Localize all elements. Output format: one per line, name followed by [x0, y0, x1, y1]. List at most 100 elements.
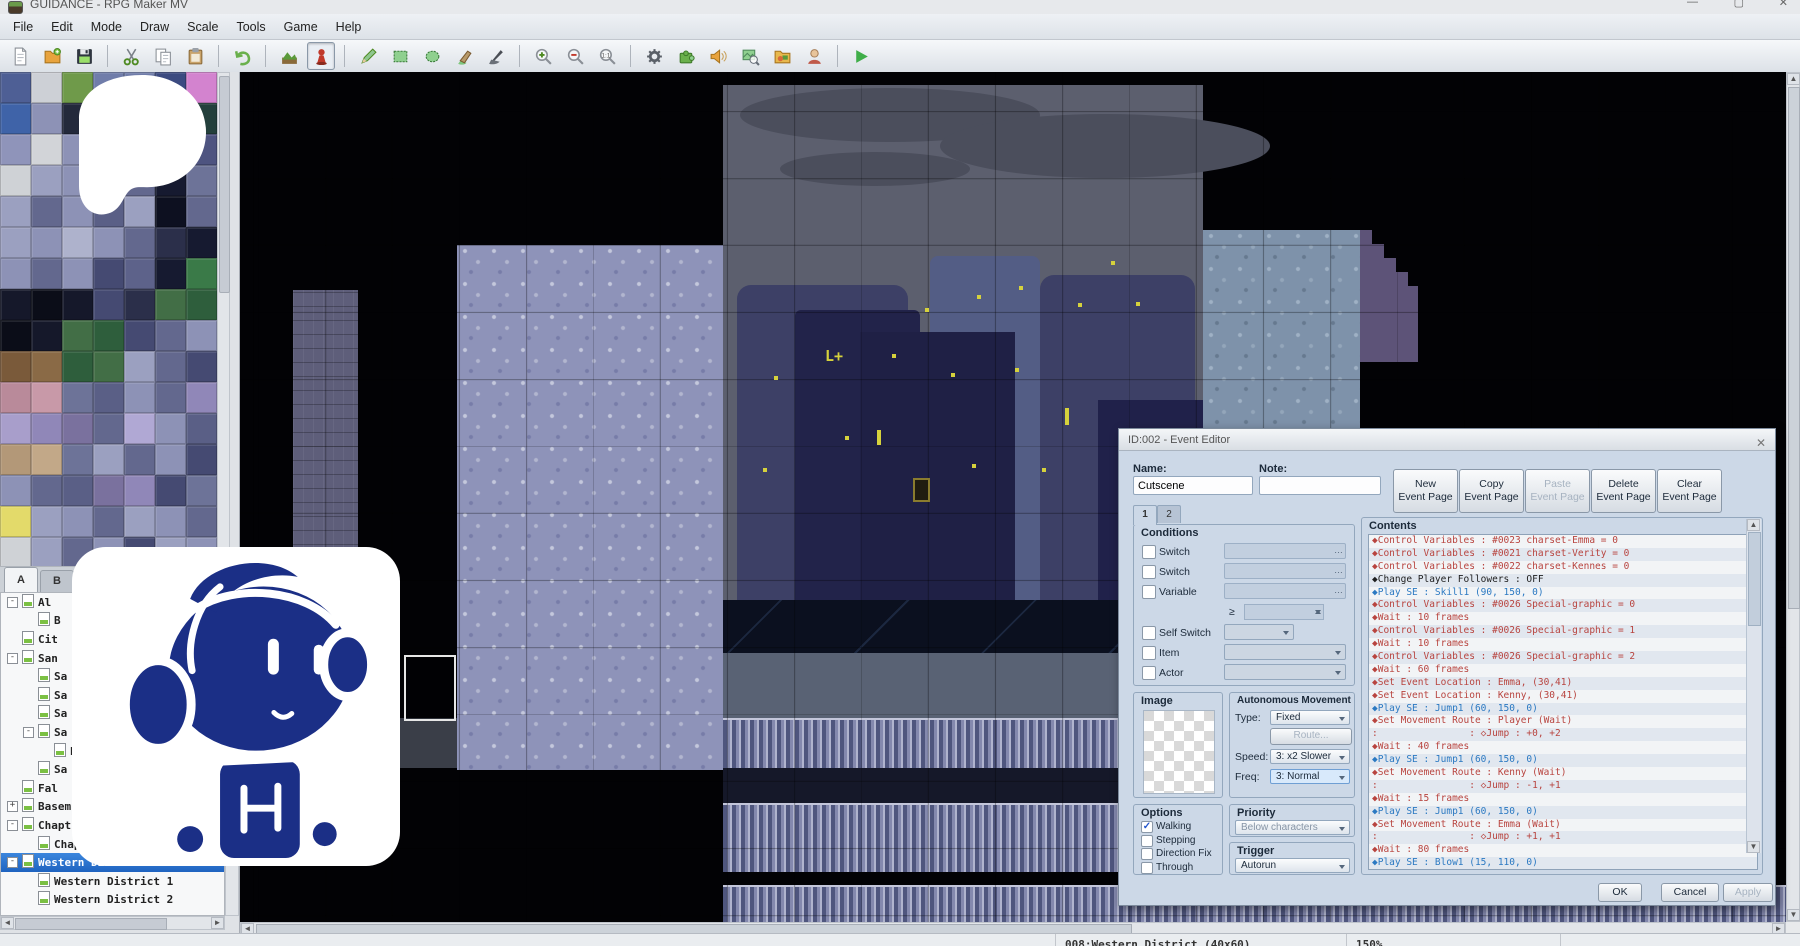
switch1-field[interactable]: …: [1224, 543, 1346, 559]
palette-tile[interactable]: [0, 258, 31, 289]
walking-checkbox[interactable]: ✓: [1141, 821, 1153, 833]
palette-tile[interactable]: [31, 537, 62, 568]
ok-button[interactable]: OK: [1598, 883, 1642, 902]
palette-tile[interactable]: [186, 382, 217, 413]
event-command-row[interactable]: ◆Change Player Followers : OFF: [1369, 574, 1757, 587]
map-mode-icon[interactable]: [275, 42, 303, 70]
palette-tile[interactable]: [62, 382, 93, 413]
palette-tile[interactable]: [186, 413, 217, 444]
palette-tile[interactable]: [0, 196, 31, 227]
palette-tile[interactable]: [124, 351, 155, 382]
palette-tile[interactable]: [31, 227, 62, 258]
self-switch-checkbox[interactable]: [1142, 626, 1156, 640]
palette-tile[interactable]: [124, 413, 155, 444]
palette-tile[interactable]: [155, 413, 186, 444]
scroll-down-icon[interactable]: ▼: [1787, 909, 1800, 921]
palette-tile[interactable]: [124, 475, 155, 506]
palette-tile[interactable]: [93, 444, 124, 475]
trigger-dropdown[interactable]: Autorun: [1235, 858, 1350, 873]
speed-dropdown[interactable]: 3: x2 Slower: [1270, 749, 1350, 764]
palette-tile[interactable]: [186, 351, 217, 382]
dialog-titlebar[interactable]: ID:002 - Event Editor ✕: [1119, 429, 1775, 451]
palette-tile[interactable]: [186, 227, 217, 258]
palette-tile[interactable]: [31, 382, 62, 413]
palette-tile[interactable]: [31, 444, 62, 475]
event-command-row[interactable]: ◆Play SE : Jump1 (60, 150, 0): [1369, 754, 1757, 767]
scroll-up-icon[interactable]: ▲: [1747, 519, 1760, 531]
freq-dropdown[interactable]: 3: Normal: [1270, 769, 1350, 784]
palette-tile[interactable]: [155, 258, 186, 289]
copy-event-page-button[interactable]: CopyEvent Page: [1459, 469, 1524, 513]
menu-edit[interactable]: Edit: [42, 16, 82, 38]
cut-icon[interactable]: [117, 42, 145, 70]
event-image-picker[interactable]: [1143, 710, 1215, 794]
palette-tile[interactable]: [62, 289, 93, 320]
switch1-checkbox[interactable]: [1142, 545, 1156, 559]
event-command-row[interactable]: ◆Wait : 60 frames: [1369, 664, 1757, 677]
palette-tile[interactable]: [62, 413, 93, 444]
scroll-down-icon[interactable]: ▼: [1747, 841, 1760, 853]
stepping-checkbox[interactable]: [1141, 835, 1153, 847]
palette-tile[interactable]: [93, 382, 124, 413]
event-command-row[interactable]: ◆Control Variables : #0021 charset-Verit…: [1369, 548, 1757, 561]
collapse-icon[interactable]: -: [7, 653, 18, 664]
item-checkbox[interactable]: [1142, 646, 1156, 660]
delete-event-page-button[interactable]: DeleteEvent Page: [1591, 469, 1656, 513]
event-command-row[interactable]: ◆Control Variables : #0026 Special-graph…: [1369, 651, 1757, 664]
movement-type-dropdown[interactable]: Fixed: [1270, 710, 1350, 725]
playtest-icon[interactable]: [847, 42, 875, 70]
shadow-pen-tool-icon[interactable]: [482, 42, 510, 70]
palette-tile[interactable]: [155, 227, 186, 258]
note-input[interactable]: [1259, 476, 1381, 495]
zoom-out-icon[interactable]: [561, 42, 589, 70]
palette-tile[interactable]: [93, 258, 124, 289]
palette-tile[interactable]: [31, 351, 62, 382]
palette-tile[interactable]: [31, 196, 62, 227]
event-command-row[interactable]: ◆Play SE : Blow1 (15, 110, 0): [1369, 857, 1757, 870]
event-mode-icon[interactable]: [307, 42, 335, 70]
menu-draw[interactable]: Draw: [131, 16, 178, 38]
switch1-more-button[interactable]: …: [1334, 546, 1343, 554]
zoom-in-icon[interactable]: [529, 42, 557, 70]
pencil-tool-icon[interactable]: [354, 42, 382, 70]
palette-tile[interactable]: [31, 506, 62, 537]
palette-tile[interactable]: [93, 351, 124, 382]
through-checkbox[interactable]: [1141, 862, 1153, 874]
palette-tile[interactable]: [62, 351, 93, 382]
palette-tile[interactable]: [62, 258, 93, 289]
event-page-tab-1[interactable]: 1: [1133, 505, 1157, 525]
switch2-field[interactable]: …: [1224, 563, 1346, 579]
variable-more-button[interactable]: …: [1334, 586, 1343, 594]
palette-tile[interactable]: [186, 444, 217, 475]
event-command-row[interactable]: ◆Play SE : Skill1 (90, 150, 0): [1369, 587, 1757, 600]
palette-tile[interactable]: [93, 413, 124, 444]
minimize-button[interactable]: —: [1687, 0, 1698, 8]
event-command-row[interactable]: ◆Wait : 80 frames: [1369, 844, 1757, 857]
event-command-row[interactable]: ◆Play SE : Jump1 (60, 150, 0): [1369, 806, 1757, 819]
map-tree-hscrollbar[interactable]: ◄ ►: [0, 916, 225, 930]
event-command-row[interactable]: ◆Play SE : Jump1 (60, 150, 0): [1369, 703, 1757, 716]
paste-icon[interactable]: [181, 42, 209, 70]
palette-tile[interactable]: [186, 258, 217, 289]
palette-tile[interactable]: [0, 72, 31, 103]
event-command-row[interactable]: ◆Set Event Location : Emma, (30,41): [1369, 677, 1757, 690]
palette-tile[interactable]: [0, 382, 31, 413]
route-button[interactable]: Route...: [1270, 728, 1352, 745]
collapse-icon[interactable]: -: [7, 857, 18, 868]
rectangle-tool-icon[interactable]: [386, 42, 414, 70]
palette-tile[interactable]: [0, 227, 31, 258]
palette-tile[interactable]: [31, 134, 62, 165]
palette-tile[interactable]: [0, 320, 31, 351]
palette-tile[interactable]: [31, 413, 62, 444]
palette-tile[interactable]: [0, 444, 31, 475]
ellipse-tool-icon[interactable]: [418, 42, 446, 70]
event-command-row[interactable]: ◆Control Variables : #0026 Special-graph…: [1369, 625, 1757, 638]
save-project-icon[interactable]: [70, 42, 98, 70]
new-document-icon[interactable]: [6, 42, 34, 70]
event-command-row[interactable]: : : ◇Jump : +1, +1: [1369, 831, 1757, 844]
palette-tile[interactable]: [0, 413, 31, 444]
palette-tile[interactable]: [93, 475, 124, 506]
palette-tile[interactable]: [186, 506, 217, 537]
palette-tile[interactable]: [124, 227, 155, 258]
scroll-right-icon[interactable]: ►: [211, 917, 224, 929]
